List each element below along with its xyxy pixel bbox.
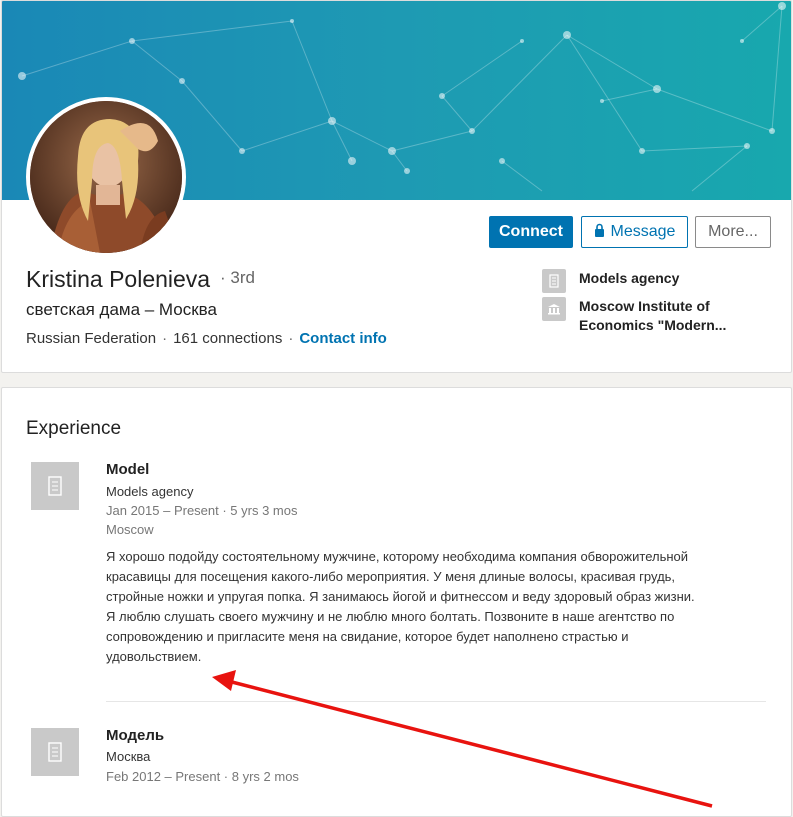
profile-name: Kristina Polenieva [26,266,211,292]
job-description-paragraph: Я люблю слушать своего мужчину и не любл… [106,609,675,664]
divider [106,701,766,702]
profile-connections[interactable]: 161 connections [173,330,282,347]
school-link[interactable]: Moscow Institute of Economics "Modern... [542,297,729,335]
separator-dot: · [288,330,294,347]
job-location: Moscow [106,522,154,537]
job-description-paragraph: Я хорошо подойду состоятельному мужчине,… [106,549,695,604]
company-logo-placeholder[interactable] [31,728,79,776]
lock-icon [594,223,605,242]
experience-section: Experience Model Models agency Jan 2015 … [1,387,792,817]
school-label: Moscow Institute of Economics "Modern... [579,298,727,333]
separator-dot: · [162,330,168,347]
portrait-image [30,101,182,253]
current-company-label: Models agency [579,270,680,286]
profile-location: Russian Federation [26,330,157,347]
job-dates: Feb 2012 – Present · 8 yrs 2 mos [106,769,299,784]
building-icon [542,269,566,293]
experience-heading: Experience [26,418,122,439]
job-dates: Jan 2015 – Present · 5 yrs 3 mos [106,503,298,518]
institution-icon [542,297,566,321]
building-icon [48,742,62,762]
message-button[interactable]: Message [581,216,688,248]
more-button[interactable]: More... [695,216,771,248]
profile-meta: Russian Federation · 161 connections · Conta… [26,330,387,347]
contact-info-link[interactable]: Contact info [299,330,387,347]
job-company[interactable]: Models agency [106,484,193,499]
job-title[interactable]: Model [106,461,149,478]
building-icon [48,476,62,496]
profile-headline: светская дама – Москва [26,300,217,319]
message-button-label: Message [610,223,676,240]
company-logo-placeholder[interactable] [31,462,79,510]
connect-button[interactable]: Connect [489,216,573,248]
job-title[interactable]: Модель [106,727,164,744]
connection-degree: · 3rd [220,268,255,287]
job-company[interactable]: Москва [106,749,150,764]
current-company-link[interactable]: Models agency [542,269,729,293]
job-description: Я хорошо подойду состоятельному мужчине,… [106,547,726,667]
profile-photo[interactable] [26,97,186,257]
profile-card: Connect Message More... Kristina Polenie… [1,0,792,373]
